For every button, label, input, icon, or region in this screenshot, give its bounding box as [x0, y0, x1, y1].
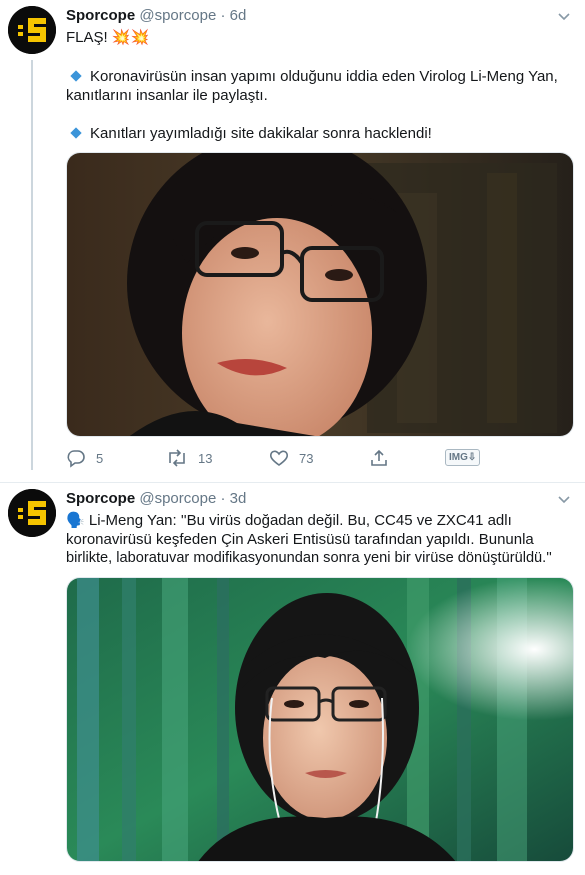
like-count: 73	[299, 450, 314, 466]
author-name[interactable]: Sporcope	[66, 7, 135, 24]
share-icon	[371, 449, 387, 466]
diamond-bullet-icon	[70, 70, 82, 82]
reply-count: 5	[96, 450, 104, 466]
tweet[interactable]: Sporcope @sporcope · 6d FLAŞ! 💥💥 Koronav…	[0, 0, 585, 483]
retweet-count: 13	[198, 450, 213, 466]
tweet-text-line: kanıtlarını insanlar ile paylaştı.	[66, 87, 268, 104]
chevron-down-icon[interactable]	[557, 492, 571, 506]
timestamp[interactable]: 3d	[230, 490, 247, 507]
tweet-header: Sporcope @sporcope · 6d	[66, 7, 246, 24]
avatar[interactable]	[8, 489, 56, 537]
avatar[interactable]	[8, 6, 56, 54]
author-name[interactable]: Sporcope	[66, 490, 135, 507]
thread-line	[31, 60, 33, 470]
share-button[interactable]	[369, 448, 389, 468]
retweet-button[interactable]: 13	[166, 448, 212, 468]
image-download-button[interactable]: IMG⇩	[445, 449, 481, 466]
tweet[interactable]: Sporcope @sporcope · 3d 🗣️ Li-Meng Yan: …	[0, 482, 585, 875]
tweet-text-line: 🗣️ Li-Meng Yan: ''Bu virüs doğadan değil…	[66, 512, 512, 529]
timestamp[interactable]: 6d	[230, 7, 247, 24]
tweet-actions: 5 13 73 IMG⇩	[66, 448, 526, 470]
diamond-bullet-icon	[70, 127, 82, 139]
tweet-photo[interactable]	[66, 577, 574, 862]
reply-button[interactable]: 5	[66, 448, 103, 468]
tweet-text-line: FLAŞ! 💥💥	[66, 29, 150, 46]
sporcope-logo	[8, 489, 56, 537]
heart-icon	[269, 450, 289, 466]
chevron-down-icon[interactable]	[557, 9, 571, 23]
speaking-head-icon: 🗣️	[66, 512, 85, 529]
tweet-text-line: koronavirüsü keşfeden Çin Askeri Entisüs…	[66, 531, 534, 548]
tweet-photo[interactable]	[66, 152, 574, 437]
sporcope-logo	[8, 6, 56, 54]
retweet-icon	[169, 449, 185, 467]
tweet-header: Sporcope @sporcope · 3d	[66, 490, 246, 507]
video-call-photo-image	[67, 578, 573, 861]
reply-icon	[67, 450, 85, 468]
separator-dot: ·	[220, 490, 226, 507]
author-handle[interactable]: @sporcope	[139, 7, 216, 24]
author-handle[interactable]: @sporcope	[139, 490, 216, 507]
tweet-text-line: Kanıtları yayımladığı site dakikalar son…	[66, 124, 566, 143]
like-button[interactable]: 73	[269, 448, 313, 468]
tweet-text-line: Koronavirüsün insan yapımı olduğunu iddi…	[66, 67, 566, 86]
portrait-photo-image	[67, 153, 573, 436]
tweet-text-line: birlikte, laboratuvar modifikasyonundan …	[66, 550, 552, 566]
separator-dot: ·	[220, 7, 226, 24]
